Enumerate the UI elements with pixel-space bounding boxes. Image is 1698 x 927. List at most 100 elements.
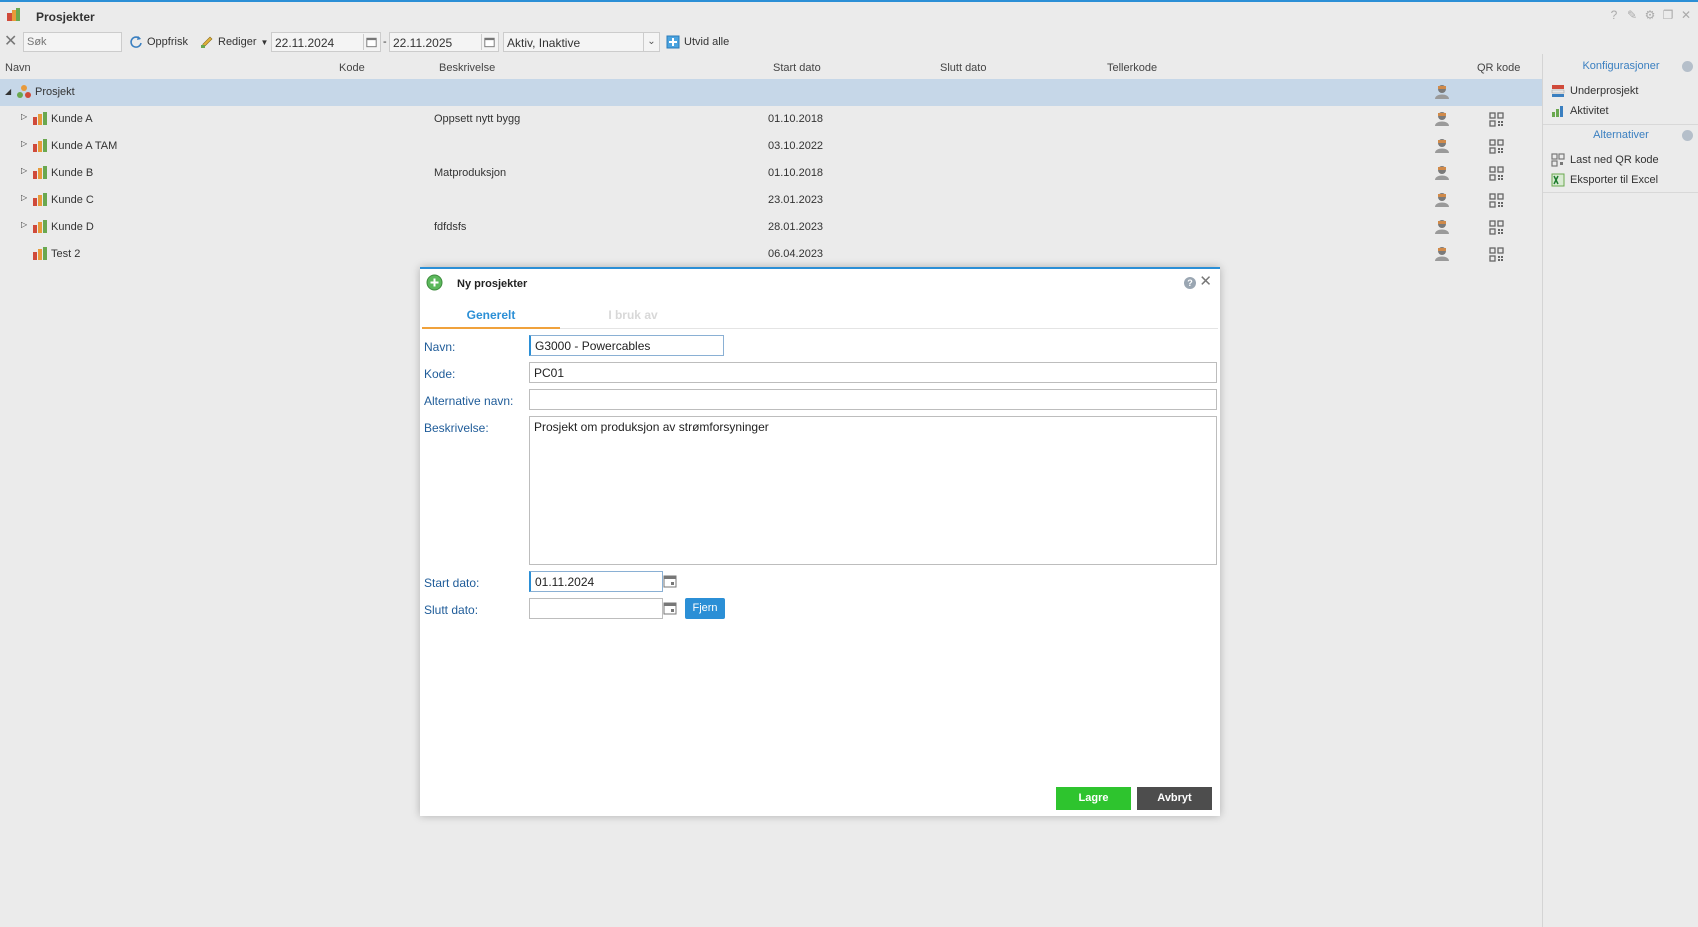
qr-code-icon[interactable] bbox=[1489, 193, 1504, 208]
window-controls: ? ✎ ⚙ ❐ ✕ bbox=[1608, 9, 1692, 21]
column-header-name[interactable]: Navn bbox=[5, 62, 31, 74]
export-excel-item[interactable]: Eksporter til Excel bbox=[1551, 173, 1658, 187]
cancel-button[interactable]: Avbryt bbox=[1137, 787, 1212, 810]
date-from-field[interactable]: 22.11.2024 bbox=[271, 32, 381, 52]
expand-icon[interactable]: ▷ bbox=[21, 140, 29, 148]
gear-icon[interactable] bbox=[1682, 130, 1693, 141]
window-title: Prosjekter bbox=[36, 10, 95, 24]
configurations-header[interactable]: Konfigurasjoner bbox=[1543, 59, 1698, 77]
alternatives-header[interactable]: Alternativer bbox=[1543, 128, 1698, 146]
export-excel-label: Eksporter til Excel bbox=[1570, 174, 1659, 186]
start-date-label: Start dato: bbox=[424, 576, 480, 590]
project-group-icon bbox=[17, 85, 31, 98]
date-to-field[interactable]: 22.11.2025 bbox=[389, 32, 499, 52]
code-label: Kode: bbox=[424, 367, 456, 381]
calendar-icon[interactable] bbox=[363, 34, 379, 50]
qr-code-icon[interactable] bbox=[1489, 112, 1504, 127]
table-row[interactable]: ▷ Kunde C 23.01.2023 bbox=[0, 187, 1542, 214]
edit-icon bbox=[201, 36, 213, 48]
person-icon[interactable] bbox=[1434, 110, 1450, 127]
column-header-description[interactable]: Beskrivelse bbox=[439, 62, 495, 74]
search-input[interactable] bbox=[23, 32, 122, 52]
qr-code-icon[interactable] bbox=[1489, 139, 1504, 154]
column-header-start-date[interactable]: Start dato bbox=[773, 62, 821, 74]
tab-general[interactable]: Generelt bbox=[422, 301, 560, 329]
subproject-icon bbox=[1551, 85, 1565, 97]
restore-icon[interactable]: ❐ bbox=[1662, 9, 1674, 21]
chevron-down-icon: ▼ bbox=[260, 37, 269, 47]
edit-menu-button[interactable]: Rediger ▼ bbox=[200, 35, 268, 49]
calendar-icon[interactable] bbox=[663, 601, 678, 616]
name-field[interactable] bbox=[529, 335, 724, 356]
chevron-down-icon: ⌄ bbox=[643, 33, 659, 51]
end-date-label: Slutt dato: bbox=[424, 603, 479, 617]
refresh-button[interactable]: Oppfrisk bbox=[129, 35, 188, 49]
column-header-counter-code[interactable]: Tellerkode bbox=[1107, 62, 1157, 74]
date-separator: - bbox=[383, 36, 387, 48]
expand-icon[interactable]: ▷ bbox=[21, 194, 29, 202]
row-start-date: 01.10.2018 bbox=[768, 113, 824, 125]
person-icon[interactable] bbox=[1434, 137, 1450, 154]
clear-search-icon[interactable]: ✕ bbox=[4, 34, 17, 50]
calendar-icon[interactable] bbox=[481, 34, 497, 50]
table-row[interactable]: ▷ Kunde A Oppsett nytt bygg 01.10.2018 bbox=[0, 106, 1542, 133]
end-date-field[interactable] bbox=[529, 598, 663, 619]
tab-in-use-by[interactable]: I bruk av bbox=[564, 301, 702, 329]
gear-icon[interactable] bbox=[1682, 61, 1693, 72]
status-filter-value: Aktiv, Inaktive bbox=[507, 36, 581, 50]
subproject-item[interactable]: Underprosjekt bbox=[1551, 84, 1638, 98]
row-name: Kunde B bbox=[51, 167, 94, 179]
column-header-end-date[interactable]: Slutt dato bbox=[940, 62, 986, 74]
close-icon[interactable]: ✕ bbox=[1199, 274, 1212, 289]
activity-item[interactable]: Aktivitet bbox=[1551, 104, 1609, 118]
help-icon[interactable]: ? bbox=[1184, 277, 1196, 289]
qr-code-icon[interactable] bbox=[1489, 166, 1504, 181]
calendar-icon[interactable] bbox=[663, 574, 678, 589]
description-field[interactable]: Prosjekt om produksjon av strømforsyning… bbox=[529, 416, 1217, 565]
column-header-code[interactable]: Kode bbox=[339, 62, 365, 74]
refresh-icon bbox=[130, 36, 142, 48]
expand-all-button[interactable]: Utvid alle bbox=[666, 35, 729, 49]
plus-circle-icon bbox=[426, 274, 443, 291]
person-icon[interactable] bbox=[1434, 191, 1450, 208]
row-start-date: 06.04.2023 bbox=[768, 248, 824, 260]
row-description: Matproduksjon bbox=[434, 167, 507, 179]
column-header-qr-code[interactable]: QR kode bbox=[1477, 62, 1520, 74]
start-date-field[interactable] bbox=[529, 571, 663, 592]
help-icon[interactable]: ? bbox=[1608, 9, 1620, 21]
settings-icon[interactable]: ⚙ bbox=[1644, 9, 1656, 21]
panel-divider bbox=[1543, 124, 1698, 125]
expand-all-label: Utvid alle bbox=[684, 36, 730, 48]
person-icon[interactable] bbox=[1434, 83, 1450, 100]
description-label: Beskrivelse: bbox=[424, 421, 489, 435]
qr-code-icon[interactable] bbox=[1489, 247, 1504, 262]
dialog-tabs: Generelt I bruk av bbox=[422, 301, 1218, 329]
pin-icon[interactable]: ✎ bbox=[1626, 9, 1638, 21]
person-icon[interactable] bbox=[1434, 245, 1450, 262]
close-window-icon[interactable]: ✕ bbox=[1680, 9, 1692, 21]
qr-code-icon[interactable] bbox=[1489, 220, 1504, 235]
table-row-root[interactable]: ◢ Prosjekt bbox=[0, 79, 1542, 106]
refresh-label: Oppfrisk bbox=[147, 36, 188, 48]
root-name: Prosjekt bbox=[35, 86, 75, 98]
panel-divider bbox=[1543, 192, 1698, 193]
expand-icon[interactable]: ▷ bbox=[21, 221, 29, 229]
person-icon[interactable] bbox=[1434, 164, 1450, 181]
remove-end-date-button[interactable]: Fjern bbox=[685, 598, 725, 619]
side-panel: Konfigurasjoner Underprosjekt Aktivitet … bbox=[1542, 54, 1698, 927]
status-filter-select[interactable]: Aktiv, Inaktive ⌄ bbox=[503, 32, 660, 52]
excel-icon bbox=[1551, 173, 1565, 187]
save-button[interactable]: Lagre bbox=[1056, 787, 1131, 810]
download-qr-item[interactable]: Last ned QR kode bbox=[1551, 153, 1659, 167]
code-field[interactable] bbox=[529, 362, 1217, 383]
table-row[interactable]: ▷ Kunde D fdfdsfs 28.01.2023 bbox=[0, 214, 1542, 241]
person-icon[interactable] bbox=[1434, 218, 1450, 235]
new-project-dialog: Ny prosjekter ? ✕ Generelt I bruk av Nav… bbox=[420, 267, 1220, 816]
collapse-icon[interactable]: ◢ bbox=[5, 88, 13, 96]
alt-name-field[interactable] bbox=[529, 389, 1217, 410]
expand-icon[interactable]: ▷ bbox=[21, 167, 29, 175]
expand-icon[interactable]: ▷ bbox=[21, 113, 29, 121]
table-row[interactable]: ▷ Kunde B Matproduksjon 01.10.2018 bbox=[0, 160, 1542, 187]
table-row[interactable]: Test 2 06.04.2023 bbox=[0, 241, 1542, 268]
table-row[interactable]: ▷ Kunde A TAM 03.10.2022 bbox=[0, 133, 1542, 160]
